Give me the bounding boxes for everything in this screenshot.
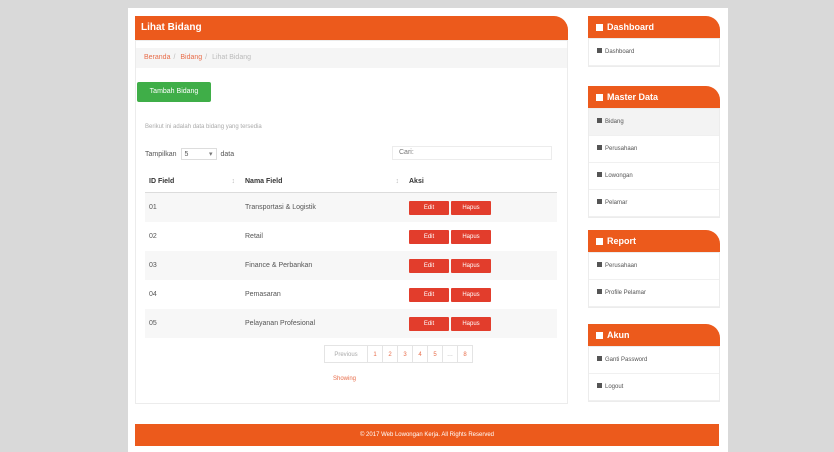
col-action-header: Aksi xyxy=(405,170,557,193)
pagination-prev[interactable]: Previous xyxy=(324,345,368,363)
search-label: Cari: xyxy=(399,149,414,156)
breadcrumb-home-link[interactable]: Beranda xyxy=(144,54,170,61)
pagination-page-3[interactable]: 3 xyxy=(397,345,413,363)
report-icon xyxy=(596,238,603,245)
sidebar-item-change-password[interactable]: Ganti Password xyxy=(589,347,719,374)
pagination-ellipsis: … xyxy=(442,345,458,363)
table-hint: Berikut ini adalah data bidang yang ters… xyxy=(145,124,262,130)
table-header-row: ID Field ↕ Nama Field ↕ Aksi xyxy=(145,170,557,193)
sidebar-dashboard-header: Dashboard xyxy=(588,16,720,38)
sidebar-report-header: Report xyxy=(588,230,720,252)
delete-button[interactable]: Hapus xyxy=(451,258,491,273)
footer: © 2017 Web Lowongan Kerja. All Rights Re… xyxy=(135,424,719,446)
cell-id: 03 xyxy=(145,251,241,280)
edit-button[interactable]: Edit xyxy=(409,258,449,273)
delete-button[interactable]: Hapus xyxy=(451,229,491,244)
building-icon xyxy=(597,145,602,150)
database-icon xyxy=(596,94,603,101)
sidebar-report-panel: Perusahaan Profile Pelamar xyxy=(588,252,720,308)
cell-name: Retail xyxy=(245,233,263,240)
length-select[interactable]: 5 xyxy=(180,148,217,161)
breadcrumb-current: Lihat Bidang xyxy=(212,54,251,61)
briefcase-icon xyxy=(597,172,602,177)
home-icon xyxy=(596,24,603,31)
table-row: 03 Finance & Perbankan Edit Hapus xyxy=(145,251,557,280)
length-suffix: data xyxy=(220,150,235,158)
edit-button[interactable]: Edit xyxy=(409,316,449,331)
cell-id: 01 xyxy=(145,192,241,222)
breadcrumb: Beranda / Bidang / Lihat Bidang xyxy=(136,48,567,68)
pagination-page-2[interactable]: 2 xyxy=(382,345,398,363)
cell-name: Pelayanan Profesional xyxy=(241,309,405,338)
cell-name: Pemasaran xyxy=(245,291,281,298)
delete-button[interactable]: Hapus xyxy=(451,316,491,331)
sidebar-item-bidang[interactable]: Bidang xyxy=(589,109,719,136)
sidebar-item-pelamar[interactable]: Pelamar xyxy=(589,190,719,217)
sidebar-item-report-pelamar[interactable]: Profile Pelamar xyxy=(589,280,719,307)
table-row: 02 Retail Edit Hapus xyxy=(145,222,557,251)
user-icon xyxy=(597,289,602,294)
cell-name: Finance & Perbankan xyxy=(241,251,405,280)
sidebar-item-dashboard[interactable]: Dashboard xyxy=(589,39,719,66)
pagination: Previous 1 2 3 4 5 … 8 xyxy=(324,345,473,363)
table-row: 05 Pelayanan Profesional Edit Hapus xyxy=(145,309,557,338)
sidebar-account-header: Akun xyxy=(588,324,720,346)
sidebar-item-lowongan[interactable]: Lowongan xyxy=(589,163,719,190)
add-bidang-button[interactable]: Tambah Bidang xyxy=(137,82,211,102)
user-icon xyxy=(597,199,602,204)
sidebar-account-panel: Ganti Password Logout xyxy=(588,346,720,402)
sidebar-item-logout[interactable]: Logout xyxy=(589,374,719,401)
sidebar-master-header: Master Data xyxy=(588,86,720,108)
delete-button[interactable]: Hapus xyxy=(451,200,491,215)
cell-id: 02 xyxy=(149,233,157,240)
page-length-control: Tampilkan 5 data xyxy=(145,148,235,161)
sidebar-item-report-perusahaan[interactable]: Perusahaan xyxy=(589,253,719,280)
pagination-next[interactable]: 8 xyxy=(457,345,473,363)
search-icon xyxy=(597,118,602,123)
search-input[interactable]: Cari: xyxy=(392,146,552,160)
cell-id: 04 xyxy=(149,291,157,298)
pagination-page-1[interactable]: 1 xyxy=(367,345,383,363)
pagination-page-4[interactable]: 4 xyxy=(412,345,428,363)
page-title: Lihat Bidang xyxy=(135,16,568,40)
cell-id: 05 xyxy=(145,309,241,338)
pagination-info: Showing xyxy=(333,376,357,382)
building-icon xyxy=(597,262,602,267)
cell-name: Transportasi & Logistik xyxy=(241,192,405,222)
col-id-header[interactable]: ID Field ↕ xyxy=(145,170,241,193)
length-label: Tampilkan xyxy=(145,150,177,158)
sidebar-item-perusahaan[interactable]: Perusahaan xyxy=(589,136,719,163)
table-row: 04 Pemasaran Edit Hapus xyxy=(145,280,557,309)
bidang-table: ID Field ↕ Nama Field ↕ Aksi 01 Transporta… xyxy=(145,170,557,338)
delete-button[interactable]: Hapus xyxy=(451,287,491,302)
edit-button[interactable]: Edit xyxy=(409,287,449,302)
key-icon xyxy=(597,356,602,361)
sidebar-dashboard-panel: Dashboard xyxy=(588,38,720,67)
logout-icon xyxy=(597,383,602,388)
edit-button[interactable]: Edit xyxy=(409,229,449,244)
home-icon xyxy=(597,48,602,53)
edit-button[interactable]: Edit xyxy=(409,200,449,215)
breadcrumb-bidang-link[interactable]: Bidang xyxy=(180,54,202,61)
sidebar-master-panel: Bidang Perusahaan Lowongan Pelamar xyxy=(588,108,720,218)
table-row: 01 Transportasi & Logistik Edit Hapus xyxy=(145,192,557,222)
col-name-header[interactable]: Nama Field ↕ xyxy=(241,170,405,193)
user-icon xyxy=(596,332,603,339)
pagination-page-5[interactable]: 5 xyxy=(427,345,443,363)
